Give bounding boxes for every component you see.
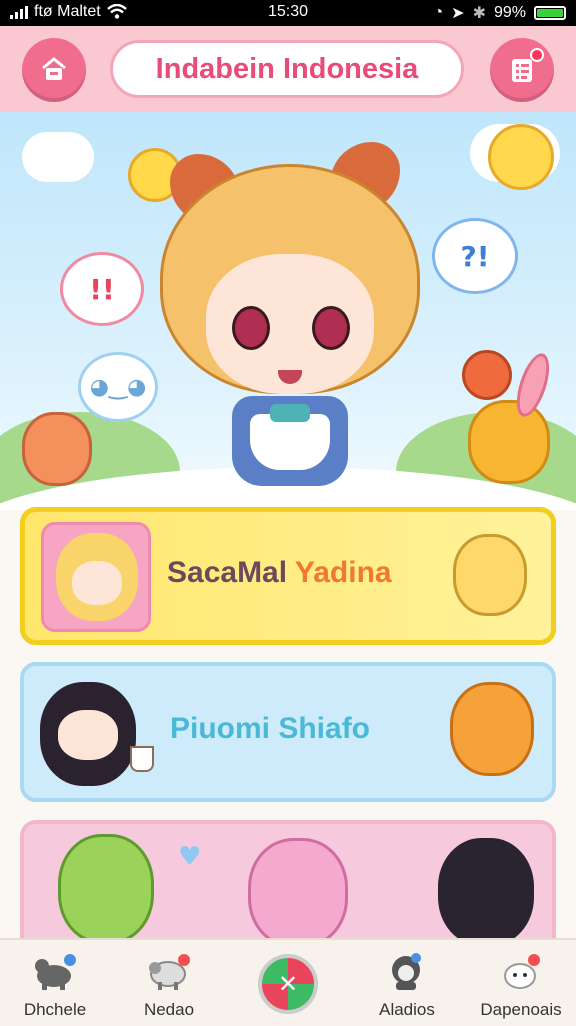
nav-label-nedao: Nedao [143,1000,195,1019]
center-action-icon: ✕ [277,970,299,998]
home-button[interactable] [22,38,86,102]
pink-haired-character-icon [248,838,348,948]
battery-icon [534,6,566,20]
card-1-character-face [72,561,122,605]
bottom-navigation: Dhchele Nedao ✕ Aladios Dapenoais [0,938,576,1026]
category-card-1[interactable]: SacaMal Yadina [20,507,556,645]
character-eye-left [232,306,270,350]
app-header: Indabein Indonesia [0,26,576,112]
exclaim-bubble: !! [60,252,144,326]
bunny-ear [510,349,556,421]
fox-creature [462,350,512,400]
heart-icon: ♥ [178,842,202,872]
character-icon [392,953,421,990]
yellow-blob-creature [488,124,554,190]
nav-item-dapenoais[interactable]: Dapenoais [466,942,576,1026]
dark-haired-character-icon [438,838,534,946]
smile-bubble: ◕‿◕ [78,352,158,422]
center-action-button[interactable]: ✕ [258,954,318,1014]
status-right: ◔ ➤ ✱ 99% [433,3,566,23]
bear-icon [453,534,527,616]
home-icon [42,57,66,80]
bear-creature [22,412,92,486]
category-card-2[interactable]: Piuomi Shiafo [20,662,556,802]
page-title: Indabein Indonesia [110,40,464,98]
nav-label-aladios: Aladios [379,1000,435,1019]
card-1-label-part-b: Yadina [294,556,392,589]
card-1-thumbnail [41,522,151,632]
status-bar: ftø Maltet 15:30 ◔ ➤ ✱ 99% [0,0,576,26]
green-haired-character-icon [58,834,154,944]
nav-label-dhchele: Dhchele [23,1000,87,1019]
character-bow [270,404,310,422]
nav-label-dapenoais: Dapenoais [480,1000,562,1019]
location-icon: ➤ [451,5,465,22]
card-2-catgirl-face [58,710,118,760]
notes-button[interactable] [490,38,554,102]
clock-icon: ◔ [433,4,444,21]
character-eye-right [312,306,350,350]
cup-icon [130,746,154,772]
battery-percent: 99% [493,4,526,21]
hero-illustration: !! ?! ◕‿◕ [0,112,576,510]
bunny-icon [504,954,540,989]
sheep-icon [149,954,190,990]
main-character [150,134,430,494]
bluetooth-icon: ✱ [472,5,486,22]
nav-item-dhchele[interactable]: Dhchele [0,942,110,1026]
nav-item-nedao[interactable]: Nedao [114,942,224,1026]
lion-icon [450,682,534,776]
card-2-label: Piuomi Shiafo [170,712,371,745]
character-dress [250,414,330,470]
bunny-creature [468,400,550,484]
card-1-label-part-a: SacaMal [167,556,295,589]
question-bubble: ?! [432,218,518,294]
nav-item-aladios[interactable]: Aladios [352,942,462,1026]
cloud-left [22,132,94,182]
card-1-label: SacaMal Yadina [167,556,392,590]
animal-icon [35,954,76,990]
notification-dot [530,48,544,62]
